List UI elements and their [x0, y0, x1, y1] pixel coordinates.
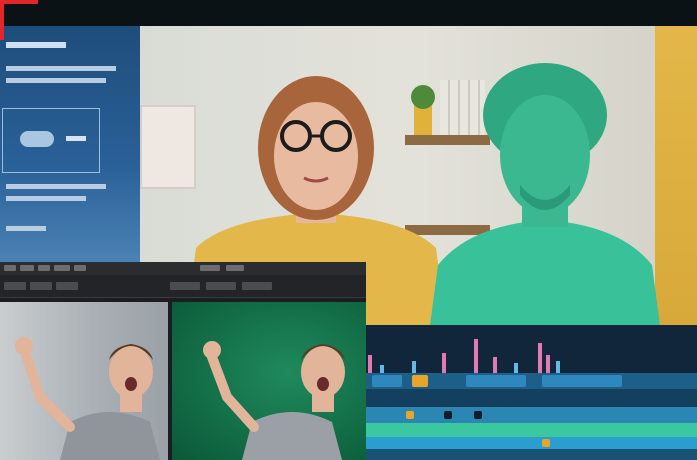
screen-text-line	[6, 42, 66, 48]
screen-text-line	[6, 78, 106, 83]
audio-peak	[538, 343, 542, 373]
audio-peak	[368, 355, 372, 373]
audio-waveform-track[interactable]	[366, 423, 697, 437]
timeline-clip[interactable]	[372, 375, 402, 387]
greenscreen-preview-pane	[172, 302, 366, 460]
corner-accent-vertical	[0, 0, 4, 40]
screen-text-line	[6, 184, 106, 189]
menu-item[interactable]	[4, 265, 16, 271]
yellow-edge	[655, 26, 697, 325]
editor-menu-bar	[0, 262, 366, 275]
keyframe-marker[interactable]	[542, 439, 550, 447]
menu-item[interactable]	[38, 265, 50, 271]
man-waving-original	[15, 337, 160, 460]
audio-peak	[546, 355, 550, 373]
man-waving-greenscreen	[203, 341, 345, 460]
keyframe-marker[interactable]	[444, 411, 452, 419]
tool-button[interactable]	[4, 282, 26, 290]
screen-text-line	[6, 226, 46, 231]
timeline-header	[366, 325, 697, 373]
audio-track[interactable]	[366, 407, 697, 423]
timeline-footer	[366, 449, 697, 460]
screen-text-line	[6, 196, 86, 201]
audio-peak	[556, 361, 560, 373]
audio-peak	[380, 365, 384, 373]
editor-toolbar	[0, 275, 366, 298]
timeline-clip[interactable]	[412, 375, 428, 387]
screen-text-line	[6, 66, 116, 71]
menu-item[interactable]	[226, 265, 244, 271]
menu-item[interactable]	[54, 265, 70, 271]
tool-button[interactable]	[170, 282, 200, 290]
audio-peak	[493, 357, 497, 373]
tool-button[interactable]	[30, 282, 52, 290]
source-preview-pane	[0, 302, 168, 460]
menu-item[interactable]	[74, 265, 86, 271]
audio-peak	[514, 363, 518, 373]
timeline-clip[interactable]	[542, 375, 622, 387]
effects-track[interactable]	[366, 389, 697, 407]
hero-top-bar	[0, 0, 697, 26]
menu-item[interactable]	[20, 265, 34, 271]
cloud-icon	[20, 131, 54, 147]
timeline-clip[interactable]	[466, 375, 526, 387]
menu-item[interactable]	[200, 265, 220, 271]
audio-track-2[interactable]	[366, 437, 697, 449]
audio-peak	[474, 339, 478, 373]
tool-button[interactable]	[206, 282, 236, 290]
video-track[interactable]	[366, 373, 697, 389]
corner-accent-horizontal	[0, 0, 38, 4]
editing-timeline	[366, 325, 697, 460]
man-keyed-subject	[430, 63, 660, 325]
keyframe-marker[interactable]	[406, 411, 414, 419]
tool-button[interactable]	[242, 282, 272, 290]
audio-peak	[412, 361, 416, 373]
screen-text-line	[66, 136, 86, 141]
video-editor-window	[0, 262, 366, 460]
keyframe-marker[interactable]	[474, 411, 482, 419]
audio-peak	[442, 353, 446, 373]
presentation-screen	[0, 26, 140, 262]
tool-button[interactable]	[56, 282, 78, 290]
